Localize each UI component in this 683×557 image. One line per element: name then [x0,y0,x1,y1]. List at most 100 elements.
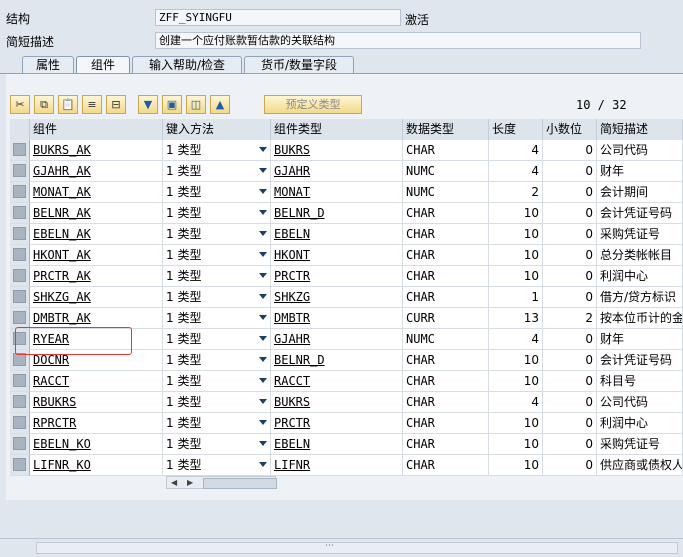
dropdown-arrow-icon[interactable] [259,357,267,362]
dropdown-arrow-icon[interactable] [259,399,267,404]
component-type-cell[interactable]: SHKZG [271,287,403,308]
table-row[interactable]: PRCTR_AK 1 类型 PRCTR CHAR 10 0 利润中心 [10,266,683,287]
component-type-cell[interactable]: EBELN [271,434,403,455]
row-select-box[interactable] [13,248,26,261]
dropdown-arrow-icon[interactable] [259,210,267,215]
typing-method-cell[interactable]: 1 类型 [163,245,271,266]
row-select-box[interactable] [13,374,26,387]
component-name-cell[interactable]: DMBTR_AK [30,308,163,329]
dropdown-arrow-icon[interactable] [259,315,267,320]
table-row[interactable]: HKONT_AK 1 类型 HKONT CHAR 10 0 总分类帐帐目 [10,245,683,266]
insert-row-icon[interactable]: ≡ [82,95,102,114]
component-type-cell[interactable]: LIFNR [271,455,403,476]
typing-method-cell[interactable]: 1 类型 [163,224,271,245]
typing-method-cell[interactable]: 1 类型 [163,182,271,203]
row-selector[interactable] [10,308,30,329]
description-field[interactable]: 创建一个应付账款暂估款的关联结构 [155,32,641,49]
row-selector[interactable] [10,140,30,161]
table-row[interactable]: GJAHR_AK 1 类型 GJAHR NUMC 4 0 财年 [10,161,683,182]
typing-method-cell[interactable]: 1 类型 [163,392,271,413]
row-select-box[interactable] [13,164,26,177]
tab-input-help[interactable]: 输入帮助/检查 [132,56,242,73]
table-row[interactable]: RBUKRS 1 类型 BUKRS CHAR 4 0 公司代码 [10,392,683,413]
table-row[interactable]: BELNR_AK 1 类型 BELNR_D CHAR 10 0 会计凭证号码 [10,203,683,224]
header-selector[interactable] [10,119,30,140]
dropdown-arrow-icon[interactable] [259,441,267,446]
typing-method-cell[interactable]: 1 类型 [163,413,271,434]
typing-method-cell[interactable]: 1 类型 [163,140,271,161]
component-name-cell[interactable]: RACCT [30,371,163,392]
table-row[interactable]: EBELN_KO 1 类型 EBELN CHAR 10 0 采购凭证号 [10,434,683,455]
dropdown-arrow-icon[interactable] [259,336,267,341]
table-row[interactable]: BUKRS_AK 1 类型 BUKRS CHAR 4 0 公司代码 [10,140,683,161]
row-select-box[interactable] [13,458,26,471]
table-row[interactable]: RPRCTR 1 类型 PRCTR CHAR 10 0 利润中心 [10,413,683,434]
cut-icon[interactable]: ✂ [10,95,30,114]
typing-method-cell[interactable]: 1 类型 [163,203,271,224]
delete-row-icon[interactable]: ⊟ [106,95,126,114]
dropdown-arrow-icon[interactable] [259,378,267,383]
component-type-cell[interactable]: BUKRS [271,392,403,413]
sort-down-icon[interactable]: ▼ [138,95,158,114]
component-name-cell[interactable]: PRCTR_AK [30,266,163,287]
predefined-type-button[interactable]: 预定义类型 [264,95,362,114]
structure-field[interactable]: ZFF_SYINGFU [155,9,401,26]
typing-method-cell[interactable]: 1 类型 [163,455,271,476]
component-type-cell[interactable]: HKONT [271,245,403,266]
row-selector[interactable] [10,287,30,308]
dropdown-arrow-icon[interactable] [259,420,267,425]
column-header-component[interactable]: 组件 [30,119,163,140]
row-selector[interactable] [10,371,30,392]
row-selector[interactable] [10,455,30,476]
row-selector[interactable] [10,413,30,434]
component-type-cell[interactable]: GJAHR [271,329,403,350]
row-select-box[interactable] [13,269,26,282]
component-name-cell[interactable]: RPRCTR [30,413,163,434]
component-name-cell[interactable]: BUKRS_AK [30,140,163,161]
component-type-cell[interactable]: MONAT [271,182,403,203]
sort-up-icon[interactable]: ▲ [210,95,230,114]
component-name-cell[interactable]: RBUKRS [30,392,163,413]
scroll-left-icon[interactable]: ◀ [171,478,177,487]
scroll-right-icon[interactable]: ▶ [187,478,193,487]
row-select-box[interactable] [13,143,26,156]
component-type-cell[interactable]: BELNR_D [271,203,403,224]
detail-icon[interactable]: ▣ [162,95,182,114]
typing-method-cell[interactable]: 1 类型 [163,287,271,308]
column-header-length[interactable]: 长度 [489,119,543,140]
component-type-cell[interactable]: PRCTR [271,413,403,434]
component-type-cell[interactable]: BUKRS [271,140,403,161]
component-name-cell[interactable]: SHKZG_AK [30,287,163,308]
copy-detail-icon[interactable]: ◫ [186,95,206,114]
component-name-cell[interactable]: BELNR_AK [30,203,163,224]
row-select-box[interactable] [13,227,26,240]
window-scroll-track[interactable]: ⋯ [36,541,678,554]
copy-icon[interactable]: ⧉ [34,95,54,114]
component-type-cell[interactable]: BELNR_D [271,350,403,371]
component-name-cell[interactable]: GJAHR_AK [30,161,163,182]
table-row[interactable]: MONAT_AK 1 类型 MONAT NUMC 2 0 会计期间 [10,182,683,203]
component-name-cell[interactable]: MONAT_AK [30,182,163,203]
dropdown-arrow-icon[interactable] [259,252,267,257]
component-type-cell[interactable]: EBELN [271,224,403,245]
component-name-cell[interactable]: LIFNR_KO [30,455,163,476]
dropdown-arrow-icon[interactable] [259,168,267,173]
component-name-cell[interactable]: EBELN_KO [30,434,163,455]
dropdown-arrow-icon[interactable] [259,462,267,467]
table-row[interactable]: LIFNR_KO 1 类型 LIFNR CHAR 10 0 供应商或债权人的 [10,455,683,476]
column-header-description[interactable]: 简短描述 [597,119,683,140]
row-select-box[interactable] [13,311,26,324]
row-selector[interactable] [10,182,30,203]
typing-method-cell[interactable]: 1 类型 [163,266,271,287]
row-selector[interactable] [10,392,30,413]
row-selector[interactable] [10,203,30,224]
column-header-typing[interactable]: 键入方法 [163,119,271,140]
dropdown-arrow-icon[interactable] [259,273,267,278]
table-row[interactable]: EBELN_AK 1 类型 EBELN CHAR 10 0 采购凭证号 [10,224,683,245]
column-header-type[interactable]: 组件类型 [271,119,403,140]
row-select-box[interactable] [13,416,26,429]
tab-attributes[interactable]: 属性 [22,56,74,73]
column-header-datatype[interactable]: 数据类型 [403,119,489,140]
table-row[interactable]: SHKZG_AK 1 类型 SHKZG CHAR 1 0 借方/贷方标识 [10,287,683,308]
dropdown-arrow-icon[interactable] [259,147,267,152]
